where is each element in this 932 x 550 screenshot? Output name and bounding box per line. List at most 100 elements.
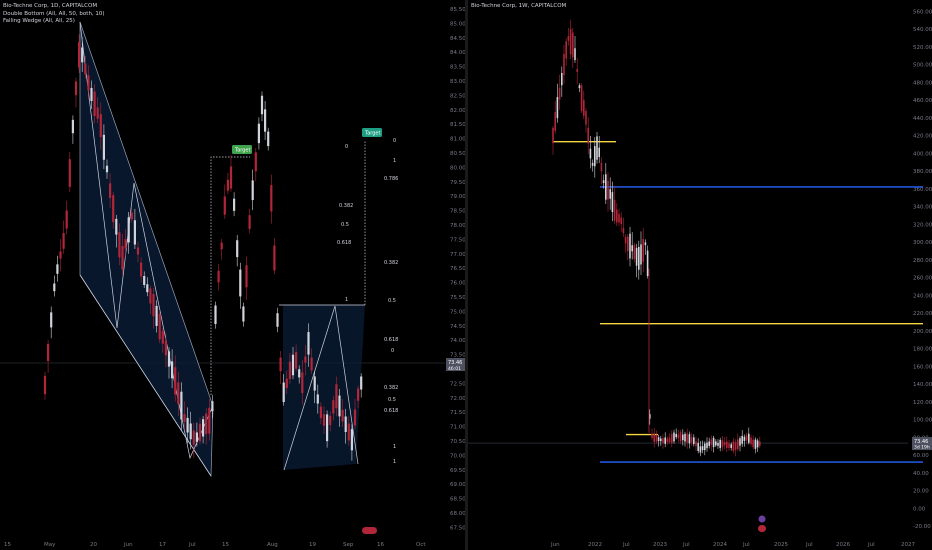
candle-body (99, 114, 102, 138)
candle-body (635, 247, 638, 266)
candle-body (646, 250, 649, 276)
left-chart-pane[interactable]: 85.50 85.00 84.50 84.00 83.50 83.00 82.50 82.00… (0, 0, 465, 550)
candle-body (291, 354, 295, 376)
price-axis-label: 200.00 (913, 329, 932, 335)
price-axis-label: 77.50 (450, 237, 465, 243)
fib-level-label: 0.382 (384, 260, 398, 266)
candle-body (329, 415, 332, 425)
candle-body (360, 376, 363, 390)
price-axis-label: 81.00 (450, 137, 465, 143)
left-symbol-title[interactable]: Bio-Techne Corp, 1D, CAPITALCOM (3, 3, 105, 11)
price-axis-label: 20.00 (913, 489, 929, 495)
time-axis-label: Jul (867, 542, 875, 548)
time-axis-label: 2026 (836, 542, 850, 548)
candle-body (759, 441, 761, 446)
right-chart-canvas[interactable]: 560.00 540.00 520.00 500.00 480.00 460.00 440.… (468, 0, 932, 550)
price-axis-label: -20.00 (913, 524, 931, 530)
price-axis-label: 180.00 (913, 347, 932, 353)
candle-body (633, 245, 636, 259)
price-axis-label: 69.50 (450, 468, 465, 474)
candle-body (248, 215, 251, 229)
bar-countdown: 46:01 (448, 366, 461, 372)
candle-body (208, 407, 211, 434)
price-axis-label: 120.00 (913, 400, 932, 406)
fib-level-label: 0.786 (384, 176, 398, 182)
candle-body (158, 313, 161, 340)
candle-body (347, 423, 350, 441)
price-axis-label: 75.00 (450, 309, 465, 315)
fib-level-label: 0.5 (388, 397, 396, 403)
right-symbol-title[interactable]: Bio-Techne Corp, 1W, CAPITALCOM (471, 3, 566, 11)
price-axis-label: 72.50 (450, 381, 465, 387)
candle-body (236, 240, 239, 258)
left-legend: Bio-Techne Corp, 1D, CAPITALCOM Double B… (3, 3, 105, 26)
candle-body (68, 159, 71, 187)
candle-body (118, 232, 121, 258)
price-axis-label: 83.00 (450, 79, 465, 85)
time-axis-label: Jul (742, 542, 750, 548)
candle-body (260, 95, 264, 115)
price-axis-label: 500.00 (913, 63, 932, 69)
candle-body (335, 384, 338, 409)
price-axis-label: 540.00 (913, 27, 932, 33)
current-price-value: 73.46 (448, 360, 462, 366)
candle-body (558, 87, 561, 100)
candle-body (748, 433, 750, 443)
candle-body (580, 85, 583, 112)
candle-body (87, 75, 90, 91)
candle-body (105, 165, 109, 173)
candle-body (273, 245, 276, 271)
price-axis-label: 72.00 (450, 396, 465, 402)
candle-body (53, 283, 56, 292)
candle-body (699, 446, 702, 453)
time-axis-label: 2025 (774, 542, 788, 548)
price-axis-label: 73.50 (450, 353, 465, 359)
candle-body (607, 180, 609, 200)
candle-body (56, 264, 59, 274)
time-axis-label: Sep (343, 542, 354, 548)
candle-body (572, 32, 574, 58)
fib-level-label: 0 (393, 138, 396, 144)
candle-body (677, 434, 680, 438)
candle-body (629, 233, 631, 259)
price-axis-label: 80.50 (450, 151, 465, 157)
candle-body (640, 244, 642, 265)
price-axis-label: 74.00 (450, 338, 465, 344)
current-price-value: 73.46 (914, 439, 928, 445)
price-axis-label: 76.00 (450, 281, 465, 287)
candle-body (587, 127, 589, 144)
candle-body (161, 331, 164, 344)
candle-body (594, 146, 596, 167)
double-bottom-indicator-label[interactable]: Double Bottom (All, All, 50, both, 10) (3, 11, 105, 19)
earnings-event-icon (758, 525, 766, 532)
time-axis-label: 2024 (713, 542, 727, 548)
candle-body (690, 437, 693, 443)
fib-level-label: 0.618 (384, 408, 398, 414)
target-label: Target (364, 131, 381, 137)
candle-body (152, 294, 155, 317)
target-label: Target (234, 148, 251, 154)
candle-body (653, 433, 655, 443)
right-legend: Bio-Techne Corp, 1W, CAPITALCOM (471, 3, 566, 11)
price-axis-label: 480.00 (913, 80, 932, 86)
time-axis-label: Jun (123, 542, 133, 548)
candle-body (706, 442, 708, 449)
candle-body (554, 112, 556, 131)
candle-body (205, 413, 208, 435)
candle-body (552, 127, 554, 144)
candle-body (84, 63, 87, 75)
time-axis-label: 17 (159, 542, 166, 548)
candle-body (102, 134, 105, 160)
right-chart-pane[interactable]: 560.00 540.00 520.00 500.00 480.00 460.00 440.… (468, 0, 932, 550)
candle-body (338, 395, 341, 417)
price-axis-label: 140.00 (913, 382, 932, 388)
price-axis-label: 75.50 (450, 295, 465, 301)
falling-wedge-indicator-label[interactable]: Falling Wedge (All, All, 25) (3, 18, 105, 26)
candle-body (189, 423, 192, 440)
candle-body (167, 351, 171, 367)
candle-body (245, 265, 248, 288)
left-chart-canvas[interactable]: 85.50 85.00 84.50 84.00 83.50 83.00 82.50 82.00… (0, 0, 465, 550)
candle-body (569, 29, 572, 55)
earnings-event-icon (362, 527, 377, 534)
candle-body (146, 284, 149, 293)
